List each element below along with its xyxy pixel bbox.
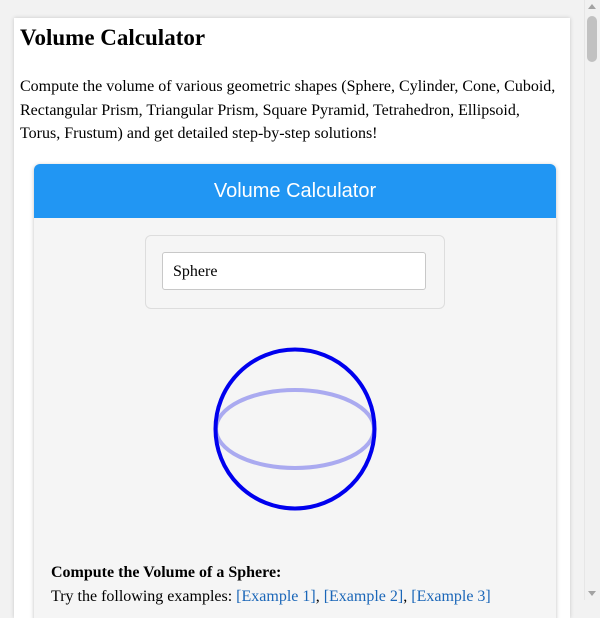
- page-title: Volume Calculator: [20, 25, 206, 50]
- examples-line: Try the following examples: [Example 1],…: [51, 588, 491, 606]
- calculator-header: Volume Calculator: [34, 164, 556, 218]
- scroll-down-arrow-icon[interactable]: [588, 591, 596, 596]
- example-1-link[interactable]: [Example 1]: [236, 588, 316, 605]
- sphere-equator: [214, 388, 376, 470]
- scroll-thumb[interactable]: [587, 16, 597, 62]
- section-heading: Compute the Volume of a Sphere:: [51, 564, 282, 581]
- examples-separator: ,: [403, 588, 408, 605]
- example-2-link[interactable]: [Example 2]: [324, 588, 404, 605]
- sphere-outline: [213, 347, 377, 511]
- shape-select[interactable]: Sphere: [162, 252, 426, 290]
- examples-separator: ,: [315, 588, 320, 605]
- page-container: Volume Calculator Compute the volume of …: [14, 18, 570, 618]
- scroll-up-arrow-icon[interactable]: [588, 4, 596, 9]
- sphere-figure: [213, 347, 377, 511]
- example-3-link[interactable]: [Example 3]: [411, 588, 491, 605]
- intro-text: Compute the volume of various geometric …: [20, 78, 556, 142]
- page-scrollbar[interactable]: [584, 0, 600, 600]
- shape-select-panel: Sphere: [145, 235, 445, 309]
- volume-calculator-widget: Volume Calculator Sphere Compute the Vol…: [34, 164, 556, 618]
- examples-prefix: Try the following examples:: [51, 588, 233, 605]
